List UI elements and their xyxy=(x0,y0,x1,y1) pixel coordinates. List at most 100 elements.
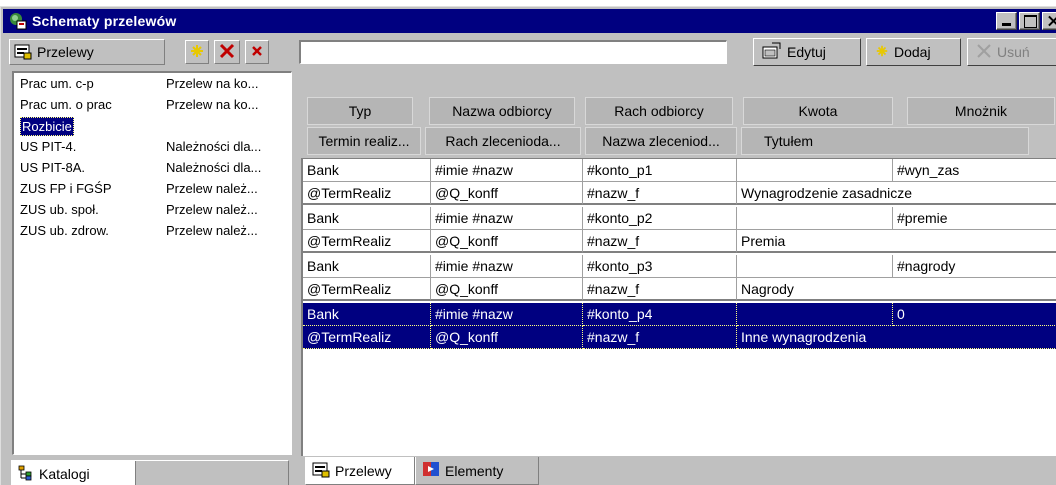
table-cell[interactable]: #imie #nazw xyxy=(431,159,583,182)
list-item-selected[interactable]: Rozbicie xyxy=(14,115,291,136)
close-button[interactable] xyxy=(1042,12,1056,30)
list-item[interactable]: US PIT-4. Należności dla... xyxy=(14,136,291,157)
add-label: Dodaj xyxy=(894,44,931,60)
table-cell[interactable]: @Q_konff xyxy=(431,278,583,301)
add-star-icon xyxy=(875,44,889,61)
table-cell[interactable]: #nazw_f xyxy=(583,326,737,349)
table-cell[interactable]: Wynagrodzenie zasadnicze xyxy=(737,182,1056,205)
table-row[interactable]: Bank #imie #nazw #konto_p1 #wyn_zas xyxy=(303,159,1056,182)
table-cell[interactable]: #konto_p1 xyxy=(583,159,737,182)
table-cell[interactable]: #imie #nazw xyxy=(431,207,583,230)
table-cell[interactable]: @Q_konff xyxy=(431,326,583,349)
transfer-icon xyxy=(14,42,32,63)
maximize-button[interactable] xyxy=(1019,12,1040,30)
table-cell[interactable] xyxy=(737,255,893,278)
small-x-icon xyxy=(251,45,263,60)
table-cell[interactable]: #imie #nazw xyxy=(431,303,583,326)
table-cell[interactable]: @TermRealiz xyxy=(303,278,431,301)
tab-elementy[interactable]: Elementy xyxy=(415,457,539,485)
col-header-tytulem[interactable]: Tytułem xyxy=(741,127,1029,155)
title-bar[interactable]: Schematy przelewów xyxy=(3,9,1056,33)
table-row-selected[interactable]: @TermRealiz @Q_konff #nazw_f Inne wynagrodz… xyxy=(303,326,1056,349)
list-item[interactable]: US PIT-8A. Należności dla... xyxy=(14,157,291,178)
col-header-rach-zleceniodawcy[interactable]: Rach zlecenioda... xyxy=(425,127,581,155)
col-header-kwota[interactable]: Kwota xyxy=(743,97,893,125)
list-item[interactable]: Prac um. c-p Przelew na ko... xyxy=(14,73,291,94)
przelewy-folder-button[interactable]: Przelewy xyxy=(9,39,165,65)
delete-icon xyxy=(976,43,992,62)
table-cell[interactable]: #nazw_f xyxy=(583,278,737,301)
table-cell[interactable]: @TermRealiz xyxy=(303,230,431,253)
table-row-selected[interactable]: Bank #imie #nazw #konto_p4 0 xyxy=(303,303,1056,326)
table-cell[interactable]: #konto_p4 xyxy=(583,303,737,326)
filter-input[interactable] xyxy=(299,40,727,64)
table-cell[interactable]: @Q_konff xyxy=(431,182,583,205)
table-cell[interactable]: Bank xyxy=(303,255,431,278)
delete-x-icon xyxy=(218,42,236,63)
app-icon xyxy=(9,12,27,30)
edit-label: Edytuj xyxy=(787,44,826,60)
list-item[interactable]: ZUS FP i FGŚP Przelew należ... xyxy=(14,178,291,199)
schemes-window: Schematy przelewów Przelewy Prac um. c-p… xyxy=(0,6,1056,485)
list-item[interactable]: ZUS ub. społ. Przelew należ... xyxy=(14,199,291,220)
star-icon xyxy=(189,43,205,62)
col-header-termin[interactable]: Termin realiz... xyxy=(307,127,421,155)
transfer-icon xyxy=(312,460,330,481)
table-row[interactable]: Bank #imie #nazw #konto_p3 #nagrody xyxy=(303,255,1056,278)
list-item[interactable]: ZUS ub. zdrow. Przelew należ... xyxy=(14,220,291,241)
table-cell[interactable]: 0 xyxy=(893,303,1056,326)
new-scheme-button[interactable] xyxy=(185,40,209,64)
list-item[interactable]: Prac um. o prac Przelew na ko... xyxy=(14,94,291,115)
right-bottom-tabs: Przelewy Elementy xyxy=(299,457,1056,485)
table-row[interactable]: @TermRealiz @Q_konff #nazw_f Wynagrodzenie … xyxy=(303,182,1056,205)
table-cell[interactable]: #konto_p3 xyxy=(583,255,737,278)
tab-elementy-label: Elementy xyxy=(445,462,504,479)
tab-katalogi-label: Katalogi xyxy=(39,466,90,482)
table-cell[interactable]: @TermRealiz xyxy=(303,326,431,349)
table-cell[interactable]: Inne wynagrodzenia xyxy=(737,326,1056,349)
minimize-button[interactable] xyxy=(996,12,1017,30)
table-cell[interactable]: Nagrody xyxy=(737,278,1056,301)
table-cell[interactable] xyxy=(737,159,893,182)
tab-przelewy-label: Przelewy xyxy=(335,462,392,479)
catalog-tree-icon xyxy=(18,465,34,484)
elements-icon xyxy=(422,460,440,481)
table-cell[interactable]: @TermRealiz xyxy=(303,182,431,205)
table-row[interactable]: @TermRealiz @Q_konff #nazw_f Nagrody xyxy=(303,278,1056,301)
table-row[interactable]: Bank #imie #nazw #konto_p2 #premie xyxy=(303,207,1056,230)
edit-button[interactable]: Edytuj xyxy=(753,38,861,66)
table-cell[interactable]: #imie #nazw xyxy=(431,255,583,278)
table-cell[interactable]: Bank xyxy=(303,207,431,230)
table-cell[interactable]: #nagrody xyxy=(893,255,1056,278)
left-bottom-tabs: Katalogi xyxy=(11,460,289,485)
table-cell[interactable] xyxy=(737,207,893,230)
tab-katalogi[interactable]: Katalogi xyxy=(12,461,136,485)
table-cell[interactable]: Bank xyxy=(303,303,431,326)
table-row[interactable]: @TermRealiz @Q_konff #nazw_f Premia xyxy=(303,230,1056,253)
table-cell[interactable]: #premie xyxy=(893,207,1056,230)
col-header-typ[interactable]: Typ xyxy=(307,97,413,125)
col-header-mnoznik[interactable]: Mnożnik xyxy=(907,97,1055,125)
table-cell[interactable]: #wyn_zas xyxy=(893,159,1056,182)
scheme-elements-grid: Typ Nazwa odbiorcy Rach odbiorcy Kwota M… xyxy=(299,69,1056,457)
col-header-nazwa-zleceniodawcy[interactable]: Nazwa zleceniod... xyxy=(585,127,737,155)
table-cell[interactable]: @Q_konff xyxy=(431,230,583,253)
edit-icon xyxy=(762,42,782,63)
col-header-rach-odbiorcy[interactable]: Rach odbiorcy xyxy=(585,97,733,125)
elements-table[interactable]: Bank #imie #nazw #konto_p1 #wyn_zas @TermRea… xyxy=(301,158,1056,456)
schemes-list[interactable]: Prac um. c-p Przelew na ko... Prac um. o … xyxy=(12,71,292,455)
table-cell[interactable] xyxy=(737,303,893,326)
add-button[interactable]: Dodaj xyxy=(866,38,961,66)
table-cell[interactable]: #konto_p2 xyxy=(583,207,737,230)
przelewy-label: Przelewy xyxy=(37,44,94,60)
table-cell[interactable]: Premia xyxy=(737,230,1056,253)
delete-scheme-button[interactable] xyxy=(214,40,240,64)
col-header-nazwa-odbiorcy[interactable]: Nazwa odbiorcy xyxy=(429,97,575,125)
left-toolbar: Przelewy xyxy=(9,39,291,67)
remove-button[interactable] xyxy=(245,40,269,64)
table-cell[interactable]: #nazw_f xyxy=(583,230,737,253)
tab-przelewy[interactable]: Przelewy xyxy=(305,457,415,485)
table-cell[interactable]: #nazw_f xyxy=(583,182,737,205)
delete-button[interactable]: Usuń xyxy=(967,38,1056,66)
table-cell[interactable]: Bank xyxy=(303,159,431,182)
